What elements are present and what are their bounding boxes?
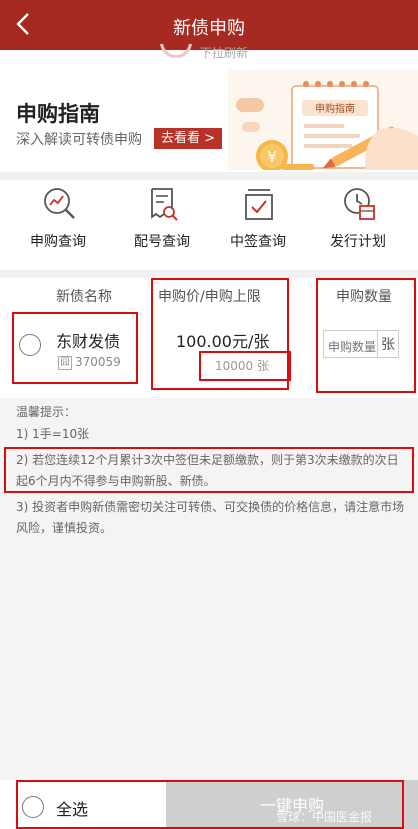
note-item: 1) 1手=10张 <box>16 427 90 441</box>
banner-subtitle: 深入解读可转债申购 <box>16 132 142 148</box>
section-divider <box>0 270 418 278</box>
checkbox-icon <box>245 189 273 220</box>
col-header-name: 新债名称 <box>56 289 112 305</box>
notes-title: 温馨提示： <box>16 405 77 419</box>
menu-label: 配号查询 <box>134 234 190 250</box>
menu-item-number-query[interactable]: 配号查询 <box>110 180 214 270</box>
quantity-input[interactable] <box>323 330 377 358</box>
menu-item-issue-plan[interactable]: 发行计划 <box>306 180 410 270</box>
pull-refresh-text: 下拉刷新 <box>200 46 249 60</box>
menu-label: 中签查询 <box>230 234 286 250</box>
col-header-price: 申购价/申购上限 <box>158 289 261 305</box>
pull-refresh-hint: 下拉刷新 <box>160 44 270 68</box>
guide-illustration-icon: 申购指南 ¥ <box>228 70 418 170</box>
bond-name: 东财发债 <box>56 332 121 351</box>
menu-item-subscribe-query[interactable]: 申购查询 <box>6 180 110 270</box>
clock-calendar-icon <box>344 188 375 220</box>
bond-code: 囧 370059 <box>58 355 121 370</box>
banner-go-button[interactable]: 去看看 > <box>154 128 223 149</box>
select-all-area[interactable]: 全选 <box>0 780 166 829</box>
note-item: 2) 若您连续12个月累计3次中签但未足额缴款，则于第3次未缴款的次日起6个月内… <box>16 453 399 488</box>
banner-title: 申购指南 <box>16 102 100 126</box>
clipboard-label: 申购指南 <box>315 102 355 115</box>
quick-menu: 申购查询 配号查询 中签查询 发行计划 <box>0 180 418 270</box>
section-divider <box>0 172 418 180</box>
col-header-qty: 申购数量 <box>336 289 392 305</box>
menu-item-lottery-query[interactable]: 中签查询 <box>206 180 310 270</box>
menu-label: 申购查询 <box>30 234 86 250</box>
coin-symbol: ¥ <box>267 148 277 166</box>
nav-bar: 新债申购 <box>0 0 418 50</box>
search-chart-icon <box>44 188 75 219</box>
bond-price: 100.00元/张 <box>176 332 270 351</box>
guide-banner[interactable]: 申购指南 深入解读可转债申购 去看看 > 申购指南 ¥ <box>0 68 418 172</box>
bond-limit: 10000 张 <box>215 359 269 373</box>
refresh-spinner-icon <box>160 44 192 58</box>
note-item: 3) 投资者申购新债需密切关注可转债、可交换债的价格信息，请注意市场风险，谨慎投… <box>16 500 405 535</box>
page-title: 新债申购 <box>173 18 245 39</box>
bond-code-value: 370059 <box>75 355 121 369</box>
receipt-search-icon <box>151 188 178 221</box>
watermark: 雪球：中国医金报 <box>276 810 373 824</box>
exchange-tag: 囧 <box>58 356 72 370</box>
select-all-radio[interactable] <box>22 796 44 818</box>
bond-select-radio[interactable] <box>19 334 41 356</box>
menu-label: 发行计划 <box>330 234 386 250</box>
quantity-unit: 张 <box>377 330 399 358</box>
select-all-label: 全选 <box>56 800 89 819</box>
